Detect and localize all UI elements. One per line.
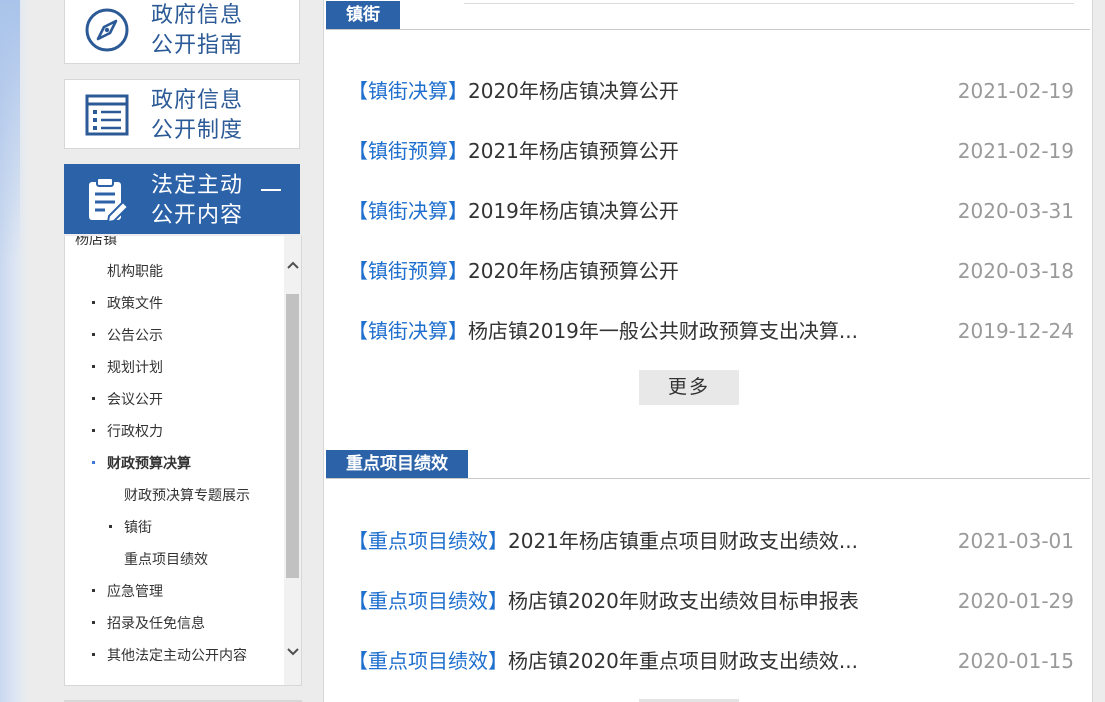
nav-guide-label-2: 公开指南 <box>151 33 244 58</box>
sidebar-sub-item-label: 其他法定主动公开内容 <box>107 648 247 664</box>
item-title-link[interactable]: 2021年杨店镇预算公开 <box>468 139 679 163</box>
item-category[interactable]: 【镇街决算】 <box>348 79 468 103</box>
sidebar-sub-item[interactable]: 应急管理 <box>92 581 163 601</box>
item-category[interactable]: 【重点项目绩效】 <box>348 649 508 673</box>
sidebar-sub-item-label: 政策文件 <box>107 296 163 312</box>
list-item[interactable]: 【重点项目绩效】2021年杨店镇重点项目财政支出绩效... 2021-03-01 <box>348 526 1074 556</box>
page-left-background <box>0 0 28 702</box>
sidebar-sub-item[interactable]: 镇街 <box>109 517 152 537</box>
item-category[interactable]: 【重点项目绩效】 <box>348 589 508 613</box>
item-title-link[interactable]: 2020年杨店镇预算公开 <box>468 259 679 283</box>
bullet-dot-icon <box>92 653 95 656</box>
section-divider <box>326 478 1090 479</box>
list-item[interactable]: 【镇街决算】2020年杨店镇决算公开 2021-02-19 <box>348 76 1074 106</box>
list-item[interactable]: 【镇街预算】2020年杨店镇预算公开 2020-03-18 <box>348 256 1074 286</box>
background-glow <box>0 0 20 260</box>
item-title-link[interactable]: 杨店镇2020年重点项目财政支出绩效... <box>508 649 858 673</box>
item-date: 2020-01-15 <box>957 649 1074 673</box>
sidebar-sub-item[interactable]: 财政预决算专题展示 <box>124 485 250 505</box>
sidebar-sub-item[interactable]: 其他法定主动公开内容 <box>92 645 247 665</box>
sidebar-sub-item-label: 重点项目绩效 <box>124 552 208 568</box>
sidebar: 政府信息 公开指南 政府信息 公开制度 法定主动 公开内容 杨店镇 机构职能 政… <box>64 0 302 702</box>
scrollbar-thumb[interactable] <box>286 294 299 578</box>
item-category[interactable]: 【镇街决算】 <box>348 199 468 223</box>
compass-icon <box>85 8 129 52</box>
item-title-link[interactable]: 杨店镇2019年一般公共财政预算支出决算... <box>468 319 858 343</box>
nav-system-label-2: 公开制度 <box>151 118 244 143</box>
nav-system[interactable]: 政府信息 公开制度 <box>64 79 300 149</box>
sidebar-sub-item-label: 规划计划 <box>107 360 163 376</box>
sidebar-sub-item[interactable]: 机构职能 <box>107 261 163 281</box>
sidebar-sub-item[interactable]: 会议公开 <box>92 389 163 409</box>
sidebar-sub-item[interactable]: 公告公示 <box>92 325 163 345</box>
sub-menu-panel: 杨店镇机构职能政策文件公告公示规划计划会议公开行政权力财政预算决算财政预决算专题… <box>64 236 302 686</box>
list-item[interactable]: 【重点项目绩效】杨店镇2020年重点项目财政支出绩效... 2020-01-15 <box>348 646 1074 676</box>
sidebar-sub-item-label: 会议公开 <box>107 392 163 408</box>
sidebar-sub-item-label: 应急管理 <box>107 584 163 600</box>
sidebar-sub-item-label: 公告公示 <box>107 328 163 344</box>
sidebar-sub-item-label: 财政预算决算 <box>107 456 191 472</box>
item-title-link[interactable]: 2019年杨店镇决算公开 <box>468 199 679 223</box>
item-date: 2021-02-19 <box>957 79 1074 103</box>
item-date: 2020-03-18 <box>957 259 1074 283</box>
scroll-down-arrow-icon[interactable] <box>284 644 301 661</box>
item-category[interactable]: 【重点项目绩效】 <box>348 529 508 553</box>
sidebar-sub-item[interactable]: 行政权力 <box>92 421 163 441</box>
item-title-link[interactable]: 杨店镇2020年财政支出绩效目标申报表 <box>508 589 859 613</box>
nav-statutory[interactable]: 法定主动 公开内容 <box>64 164 300 234</box>
collapse-minus-icon[interactable] <box>261 189 281 191</box>
clipboard-edit-icon <box>89 177 130 224</box>
more-button[interactable]: 更多 <box>639 370 739 405</box>
bullet-dot-icon <box>92 397 95 400</box>
section-divider <box>326 29 1090 30</box>
sidebar-sub-item[interactable]: 规划计划 <box>92 357 163 377</box>
bullet-dot-icon <box>92 621 95 624</box>
bullet-dot-icon <box>92 365 95 368</box>
item-date: 2021-03-01 <box>957 529 1074 553</box>
list-item[interactable]: 【镇街决算】杨店镇2019年一般公共财政预算支出决算... 2019-12-24 <box>348 316 1074 346</box>
sidebar-sub-item-label: 机构职能 <box>107 264 163 280</box>
top-tab-strip <box>464 0 1074 4</box>
list-document-icon <box>85 94 129 136</box>
sidebar-sub-item-label: 行政权力 <box>107 424 163 440</box>
item-date: 2020-03-31 <box>957 199 1074 223</box>
sidebar-sub-item-label: 杨店镇 <box>75 236 117 248</box>
item-category[interactable]: 【镇街预算】 <box>348 139 468 163</box>
list-item[interactable]: 【镇街决算】2019年杨店镇决算公开 2020-03-31 <box>348 196 1074 226</box>
nav-guide-label-1: 政府信息 <box>151 3 244 28</box>
sidebar-sub-item-label: 招录及任免信息 <box>107 616 205 632</box>
sidebar-sub-item[interactable]: 政策文件 <box>92 293 163 313</box>
main-content: 镇街 【镇街决算】2020年杨店镇决算公开 2021-02-19 【镇街预算】202… <box>323 0 1093 702</box>
item-date: 2021-02-19 <box>957 139 1074 163</box>
item-date: 2020-01-29 <box>957 589 1074 613</box>
scroll-up-arrow-icon[interactable] <box>284 257 301 274</box>
nav-statutory-label-1: 法定主动 <box>151 173 244 198</box>
bullet-dot-icon <box>92 589 95 592</box>
nav-system-label-1: 政府信息 <box>151 88 244 113</box>
bullet-dot-icon <box>92 333 95 336</box>
scrollbar[interactable] <box>284 236 301 685</box>
bullet-dot-icon <box>109 525 112 528</box>
sidebar-sub-item[interactable]: 杨店镇 <box>75 236 117 249</box>
item-category[interactable]: 【镇街决算】 <box>348 319 468 343</box>
sidebar-sub-item-label: 镇街 <box>124 520 152 536</box>
list-item[interactable]: 【镇街预算】2021年杨店镇预算公开 2021-02-19 <box>348 136 1074 166</box>
sidebar-sub-item-label: 财政预决算专题展示 <box>124 488 250 504</box>
sidebar-sub-item[interactable]: 财政预算决算 <box>92 453 191 473</box>
item-title-link[interactable]: 2020年杨店镇决算公开 <box>468 79 679 103</box>
item-date: 2019-12-24 <box>957 319 1074 343</box>
nav-guide[interactable]: 政府信息 公开指南 <box>64 0 300 64</box>
section-tab-township[interactable]: 镇街 <box>326 1 400 30</box>
bullet-dot-icon <box>92 301 95 304</box>
sidebar-sub-item[interactable]: 重点项目绩效 <box>124 549 208 569</box>
item-category[interactable]: 【镇街预算】 <box>348 259 468 283</box>
section-tab-key-project[interactable]: 重点项目绩效 <box>326 450 468 479</box>
item-title-link[interactable]: 2021年杨店镇重点项目财政支出绩效... <box>508 529 858 553</box>
nav-statutory-label-2: 公开内容 <box>151 203 244 228</box>
list-item[interactable]: 【重点项目绩效】杨店镇2020年财政支出绩效目标申报表 2020-01-29 <box>348 586 1074 616</box>
sidebar-sub-item[interactable]: 招录及任免信息 <box>92 613 205 633</box>
bullet-dot-icon <box>92 429 95 432</box>
bullet-dot-icon <box>92 461 95 464</box>
